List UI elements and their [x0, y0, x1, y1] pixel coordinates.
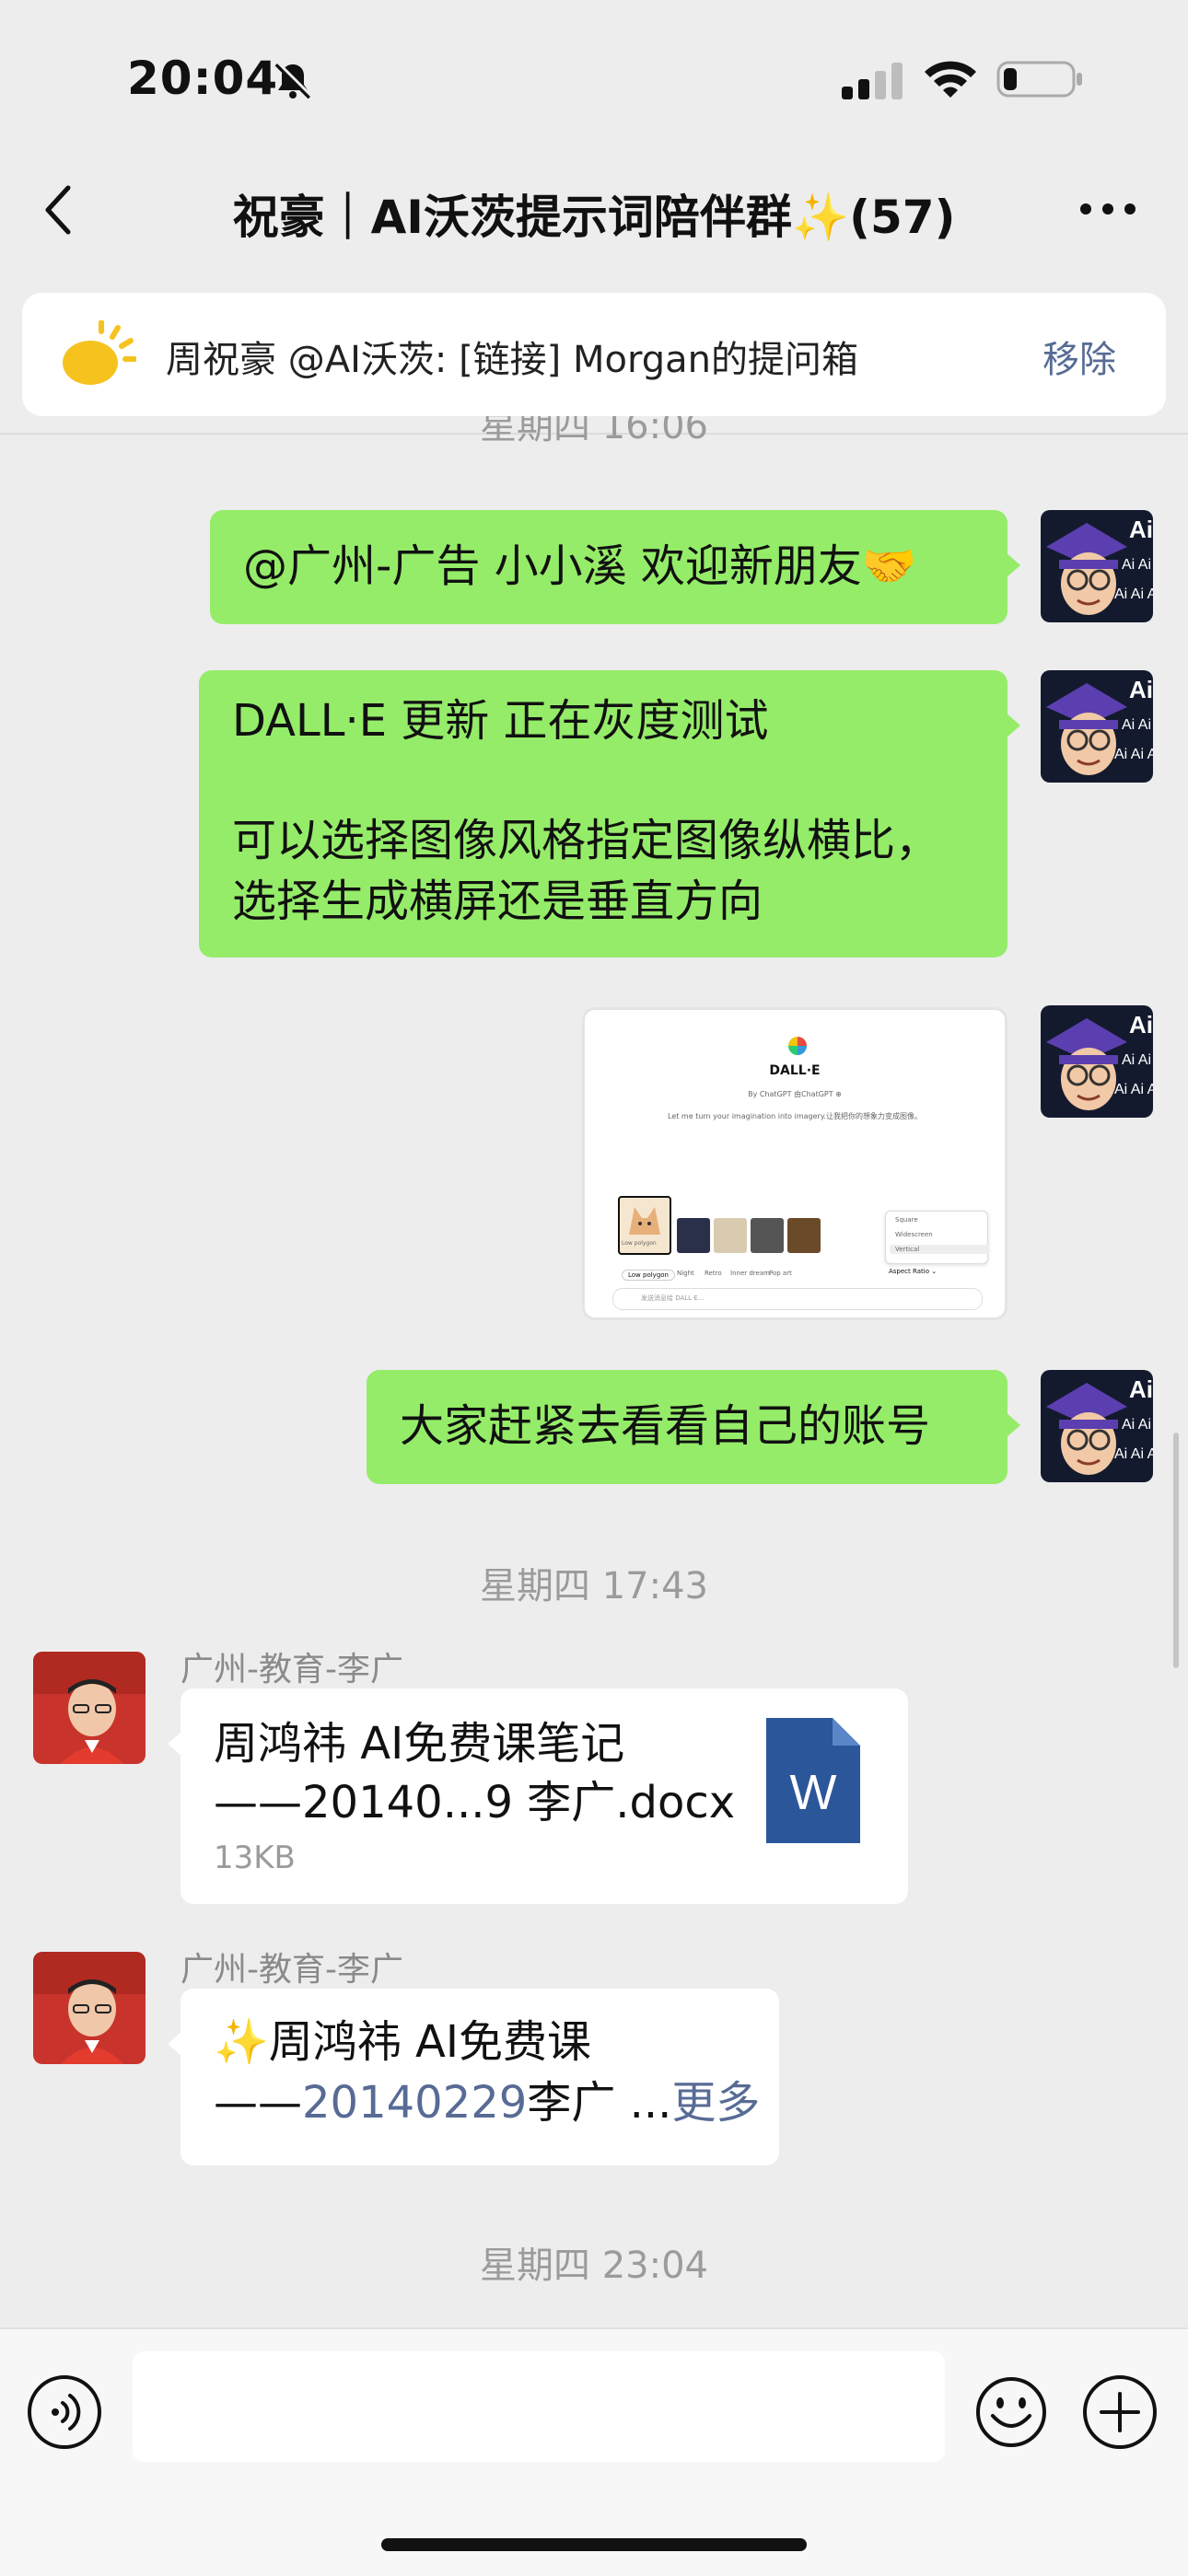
style-label: Low polygon [622, 1240, 657, 1247]
style-tile-selected[interactable]: Low polygon [618, 1196, 671, 1255]
svg-text:Ai Ai: Ai Ai [1122, 717, 1151, 733]
style-tile[interactable] [714, 1218, 747, 1253]
more-link[interactable]: 更多 [671, 2077, 760, 2129]
dalle-logo-icon [788, 1037, 807, 1055]
word-icon-letter: W [789, 1765, 837, 1820]
style-chip[interactable]: Pop art [769, 1270, 792, 1277]
notice-text: 周祝豪 @AI沃茨: [链接] Morgan的提问箱 [166, 339, 858, 381]
message-text: 大家赶紧去看看自己的账号 [400, 1400, 931, 1452]
message-input[interactable] [133, 2351, 945, 2462]
style-chip[interactable]: Night [677, 1270, 694, 1277]
pinned-notice-banner[interactable]: 周祝豪 @AI沃茨: [链接] Morgan的提问箱 移除 [22, 293, 1166, 416]
svg-text:Ai: Ai [1129, 1375, 1153, 1403]
aspect-ratio-menu: Square Widescreen Vertical [885, 1211, 989, 1264]
avatar-image: Ai Ai Ai Ai Ai Ai [1041, 510, 1153, 622]
style-chip-selected[interactable]: Low polygon [622, 1270, 675, 1281]
add-button[interactable] [1083, 2375, 1157, 2449]
avatar-image: Ai Ai Ai Ai Ai Ai [1041, 670, 1153, 783]
svg-text:Ai Ai: Ai Ai [1122, 1052, 1151, 1068]
message-bubble-outgoing[interactable]: @广州-广告 小小溪 欢迎新朋友🤝 [210, 510, 1020, 624]
wifi-icon [925, 61, 976, 98]
avatar-image: Ai Ai Ai Ai Ai Ai [1041, 1370, 1153, 1482]
message-line: DALL·E 更新 正在灰度测试 [232, 695, 769, 747]
svg-text:Ai: Ai [1129, 1011, 1153, 1039]
aspect-option-selected[interactable]: Vertical [890, 1245, 989, 1254]
time-separator-partial-text: 星期四 16:06 [480, 416, 708, 447]
message-line: ——20140229李广 ...更多 [214, 2073, 760, 2132]
sun-icon [63, 320, 136, 385]
time-separator: 星期四 23:04 [480, 2245, 708, 2287]
style-tile[interactable] [677, 1218, 710, 1253]
avatar-image [33, 1952, 146, 2064]
emoji-icon[interactable] [974, 2375, 1048, 2449]
svg-text:Ai Ai Ai: Ai Ai Ai [1114, 1446, 1153, 1462]
signal-icon [842, 63, 903, 99]
scrollbar[interactable] [1173, 1433, 1179, 1668]
voice-icon [52, 2394, 81, 2431]
avatar[interactable]: Ai Ai Ai Ai Ai Ai [1041, 510, 1153, 622]
dalle-input-placeholder: 发送消息给 DALL·E... [641, 1294, 705, 1302]
file-name-line: ——20140...9 李广.docx [214, 1777, 736, 1828]
svg-text:Ai Ai Ai: Ai Ai Ai [1114, 1082, 1153, 1097]
aspect-option[interactable]: Widescreen [895, 1231, 933, 1238]
message-text: 李广 ... [527, 2077, 672, 2129]
dalle-byline: By ChatGPT 由ChatGPT ⊕ [748, 1090, 842, 1098]
avatar[interactable]: Ai Ai Ai Ai Ai Ai [1041, 1005, 1153, 1118]
file-size: 13KB [214, 1839, 296, 1876]
cat-image [629, 1207, 660, 1235]
message-line: 选择生成横屏还是垂直方向 [232, 876, 763, 927]
aspect-ratio-button[interactable]: Aspect Ratio ⌄ [889, 1268, 937, 1275]
avatar[interactable]: Ai Ai Ai Ai Ai Ai [1041, 670, 1153, 783]
voice-button[interactable] [28, 2375, 101, 2449]
message-bubble-outgoing[interactable]: DALL·E 更新 正在灰度测试 可以选择图像风格指定图像纵横比， 选择生成横屏… [199, 670, 1020, 957]
time-separator: 星期四 17:43 [480, 1565, 708, 1607]
message-text: @广州-广告 小小溪 欢迎新朋友🤝 [243, 540, 917, 592]
image-message[interactable]: DALL·E By ChatGPT 由ChatGPT ⊕ Let me turn… [582, 1007, 1007, 1320]
avatar[interactable] [33, 1952, 146, 2064]
style-tile[interactable] [787, 1218, 821, 1253]
chat-title: 祝豪｜AI沃茨提示词陪伴群✨(57) [232, 191, 956, 244]
file-message-bubble[interactable]: 周鸿祎 AI免费课笔记 ——20140...9 李广.docx 13KB W [168, 1688, 908, 1904]
status-time: 20:04 [127, 52, 279, 105]
dalle-title: DALL·E [769, 1063, 821, 1078]
style-chip[interactable]: Retro [705, 1270, 722, 1277]
svg-text:Ai: Ai [1129, 676, 1153, 703]
svg-text:Ai Ai: Ai Ai [1122, 557, 1151, 573]
message-link[interactable]: 20140229 [302, 2077, 527, 2129]
svg-text:Ai: Ai [1129, 516, 1153, 543]
svg-text:Ai Ai Ai: Ai Ai Ai [1114, 586, 1153, 602]
avatar[interactable] [33, 1652, 146, 1764]
avatar-image: Ai Ai Ai Ai Ai Ai [1041, 1005, 1153, 1118]
home-indicator [381, 2538, 807, 2551]
battery-icon [996, 61, 1082, 98]
avatar-image [33, 1652, 146, 1764]
more-icon[interactable] [1079, 203, 1136, 215]
aspect-option[interactable]: Square [895, 1216, 918, 1224]
message-line: ✨周鸿祎 AI免费课 [214, 2016, 592, 2068]
status-bar: 20:04 [0, 0, 1188, 157]
style-tile[interactable] [751, 1218, 784, 1253]
file-name-line: 周鸿祎 AI免费课笔记 [214, 1718, 625, 1770]
message-line: 可以选择图像风格指定图像纵横比， [232, 815, 940, 866]
sender-name: 广州-教育-李广 [181, 1651, 403, 1688]
time-separator-partial: 星期四 16:06 [0, 416, 1188, 453]
message-bubble-incoming[interactable]: ✨周鸿祎 AI免费课 ——20140229李广 ...更多 [168, 1989, 779, 2165]
svg-text:Ai Ai Ai: Ai Ai Ai [1114, 747, 1153, 762]
sender-name: 广州-教育-李广 [181, 1951, 403, 1989]
dalle-tagline: Let me turn your imagination into imager… [668, 1112, 922, 1120]
notice-remove-button[interactable]: 移除 [1042, 330, 1116, 383]
bell-off-icon [274, 61, 313, 99]
avatar[interactable]: Ai Ai Ai Ai Ai Ai [1041, 1370, 1153, 1482]
dalle-input[interactable]: 发送消息给 DALL·E... [612, 1288, 983, 1310]
message-bubble-outgoing[interactable]: 大家赶紧去看看自己的账号 [367, 1370, 1020, 1484]
plus-icon [1100, 2392, 1140, 2432]
message-text: —— [214, 2077, 302, 2129]
style-chip[interactable]: Inner dream [730, 1270, 770, 1277]
svg-text:Ai Ai: Ai Ai [1122, 1417, 1151, 1433]
